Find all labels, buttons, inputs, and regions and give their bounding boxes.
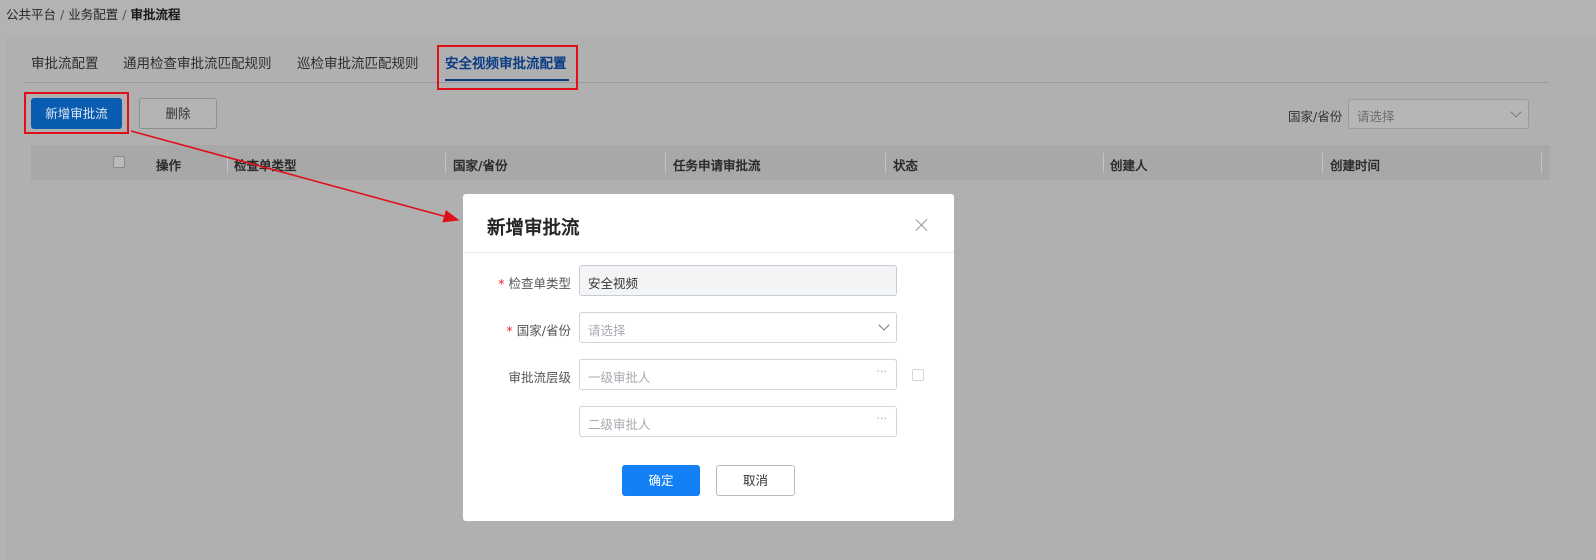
column-divider (1322, 153, 1323, 173)
table-header: 操作 检查单类型 国家/省份 任务申请审批流 状态 创建人 创建时间 (31, 145, 1550, 180)
select-all-checkbox[interactable] (113, 156, 125, 168)
more-icon[interactable]: ··· (877, 365, 888, 378)
breadcrumb-item-business-config[interactable]: 业务配置 (68, 7, 118, 22)
dialog-title: 新增审批流 (487, 218, 580, 239)
region-filter-placeholder: 请选择 (1357, 109, 1395, 124)
check-type-label: * 检查单类型 (498, 273, 571, 292)
chevron-down-icon (1510, 106, 1522, 118)
second-approver-placeholder: 二级审批人 (588, 417, 651, 432)
tab-general-check-rules[interactable]: 通用检查审批流匹配规则 (123, 52, 272, 72)
region-label: * 国家/省份 (507, 320, 571, 339)
region-filter-select[interactable]: 请选择 (1348, 99, 1529, 129)
column-header-actions: 操作 (156, 158, 182, 173)
column-header-check-type: 检查单类型 (234, 158, 297, 173)
first-approver-placeholder: 一级审批人 (588, 370, 651, 385)
region-select[interactable]: 请选择 (579, 312, 897, 343)
delete-button[interactable]: 删除 (139, 98, 217, 129)
close-icon[interactable] (913, 216, 931, 234)
annotation-box-tab (437, 45, 578, 90)
column-header-creator: 创建人 (1110, 158, 1148, 173)
level-checkbox[interactable] (912, 369, 924, 381)
more-icon[interactable]: ··· (877, 412, 888, 425)
column-divider (227, 153, 228, 173)
column-divider (1103, 153, 1104, 173)
column-divider (665, 153, 666, 173)
approval-levels-label: 审批流层级 (508, 370, 571, 385)
breadcrumb-separator: / (122, 7, 127, 22)
column-divider (445, 153, 446, 173)
column-divider (1541, 153, 1542, 173)
second-approver-input[interactable]: 二级审批人 ··· (579, 406, 897, 437)
breadcrumb: 公共平台 / 业务配置 / 审批流程 (6, 6, 180, 24)
column-header-status: 状态 (893, 158, 919, 173)
column-divider (885, 153, 886, 173)
required-mark: * (506, 323, 513, 338)
chevron-down-icon (878, 319, 890, 331)
cancel-button[interactable]: 取消 (716, 465, 795, 496)
tab-patrol-rules[interactable]: 巡检审批流匹配规则 (297, 52, 419, 72)
column-header-region: 国家/省份 (453, 158, 508, 173)
column-header-created-time: 创建时间 (1330, 158, 1381, 173)
column-header-task-approval: 任务申请审批流 (673, 158, 761, 173)
tab-approval-config[interactable]: 审批流配置 (31, 52, 99, 72)
first-approver-input[interactable]: 一级审批人 ··· (579, 359, 897, 390)
tab-bar: 审批流配置 通用检查审批流匹配规则 巡检审批流匹配规则 安全视频审批流配置 (24, 44, 1549, 83)
breadcrumb-current: 审批流程 (130, 7, 181, 22)
add-approval-flow-dialog: 新增审批流 * 检查单类型 安全视频 * 国家/省份 请选择 审批流层级 一级审批人… (463, 194, 954, 521)
breadcrumb-item-platform[interactable]: 公共平台 (6, 7, 56, 22)
region-label-text: 国家/省份 (516, 323, 571, 338)
breadcrumb-separator: / (60, 7, 65, 22)
region-filter-label: 国家/省份 (1288, 109, 1343, 124)
check-type-value: 安全视频 (588, 276, 639, 291)
check-type-field: 安全视频 (579, 265, 897, 296)
annotation-box-add-button (24, 92, 129, 134)
region-select-placeholder: 请选择 (588, 323, 626, 338)
dialog-divider (463, 252, 954, 253)
check-type-label-text: 检查单类型 (508, 276, 571, 291)
required-mark: * (498, 276, 505, 291)
confirm-button[interactable]: 确定 (622, 465, 700, 496)
